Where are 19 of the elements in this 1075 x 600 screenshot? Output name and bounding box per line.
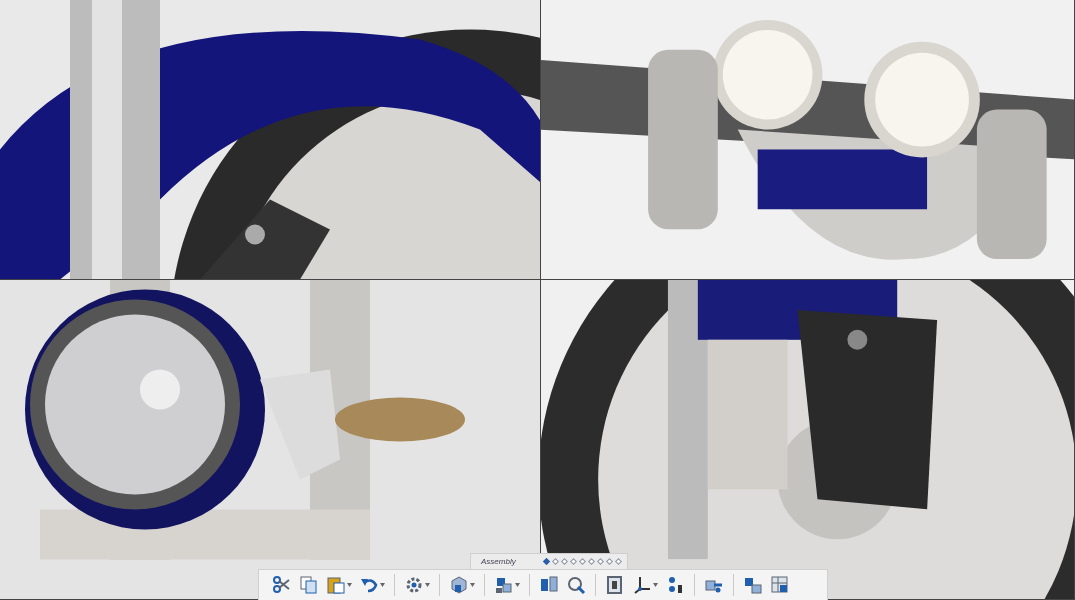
frame-icon [605, 575, 625, 595]
cut-icon [272, 575, 292, 595]
assembly-tab[interactable]: Assembly [477, 557, 534, 566]
link-icon [743, 575, 763, 595]
blocks-icon [539, 575, 559, 595]
magnifier-icon [566, 575, 586, 595]
caret-icon [653, 583, 658, 587]
part-icon [449, 575, 469, 595]
caret-icon [470, 583, 475, 587]
caret-icon [515, 583, 520, 587]
caret-icon [347, 583, 352, 587]
caret-icon [425, 583, 430, 587]
table-icon [770, 575, 790, 595]
copy-icon [299, 575, 319, 595]
gear-icon [404, 575, 424, 595]
axes-icon [632, 575, 652, 595]
assembly-icon [494, 575, 514, 595]
caret-icon [380, 583, 385, 587]
paste-icon [326, 575, 346, 595]
